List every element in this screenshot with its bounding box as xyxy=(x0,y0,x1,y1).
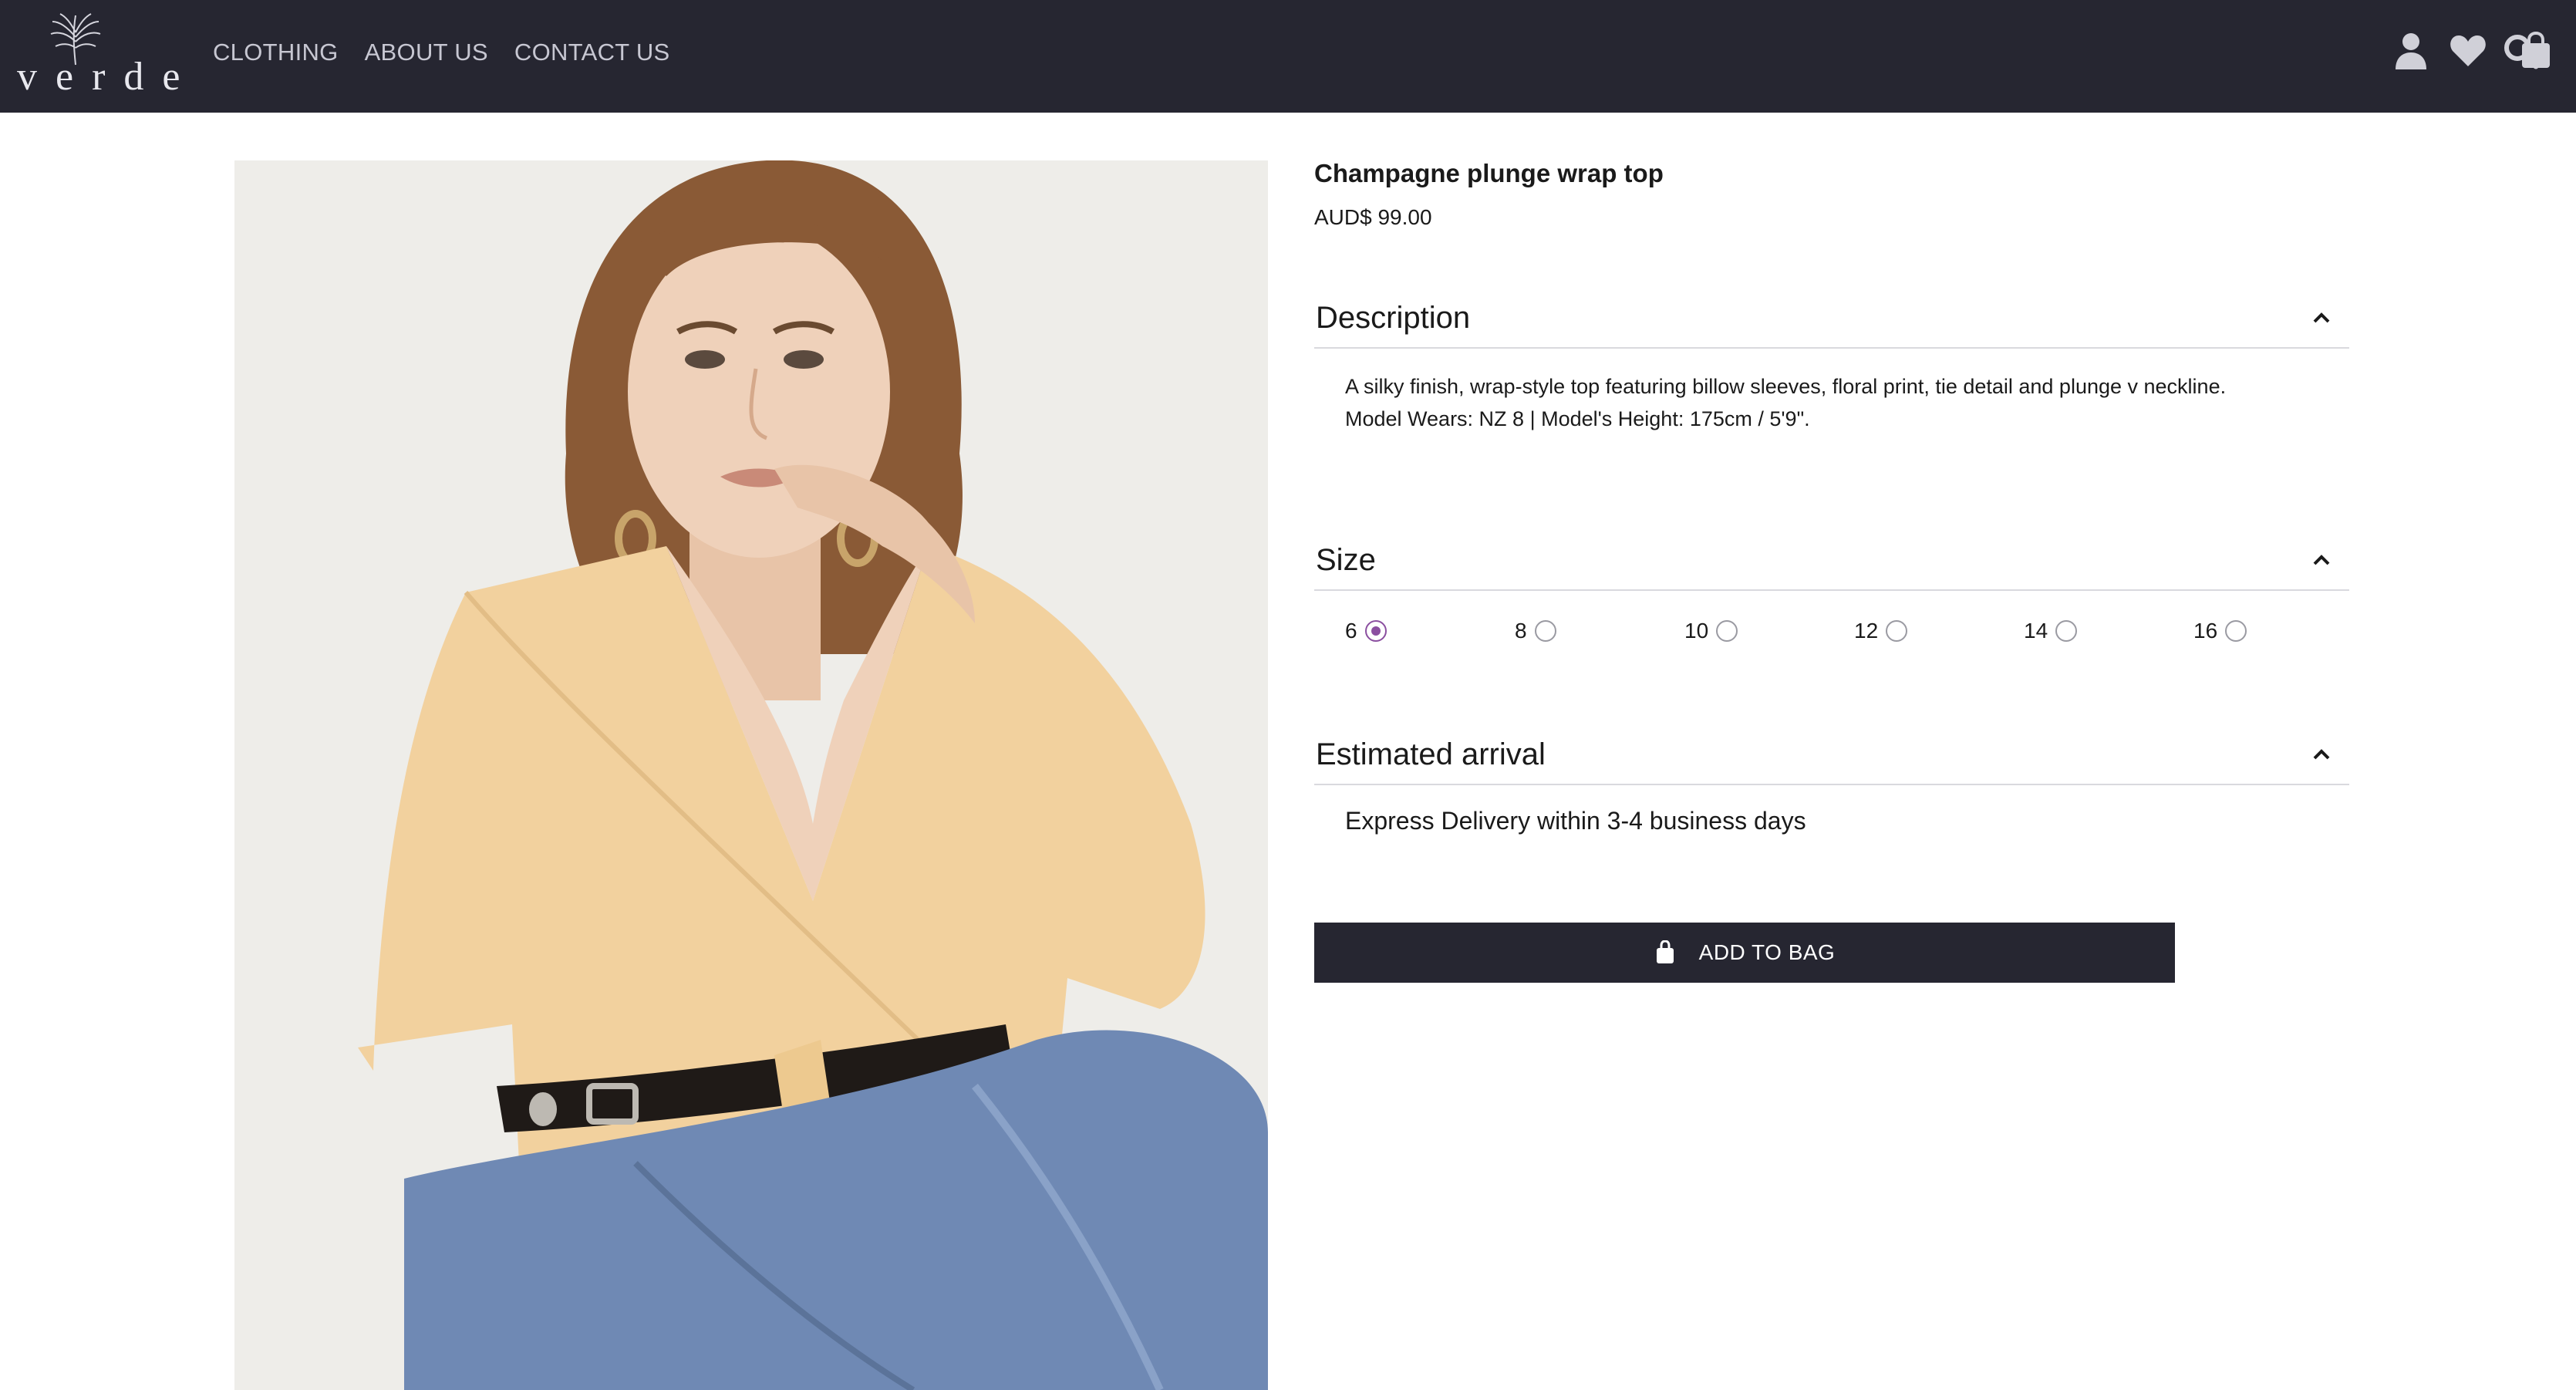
user-icon[interactable] xyxy=(2391,31,2431,71)
heart-icon[interactable] xyxy=(2448,31,2488,71)
size-option-14[interactable]: 14 xyxy=(2024,619,2078,643)
size-option-10[interactable]: 10 xyxy=(1684,619,1738,643)
product-price: AUD$ 99.00 xyxy=(1314,205,1432,229)
size-option-8[interactable]: 8 xyxy=(1515,619,1556,643)
top-navigation-bar: verde CLOTHING ABOUT US CONTACT US xyxy=(0,0,2576,113)
logo-wordmark: verde xyxy=(17,55,199,99)
size-radio[interactable] xyxy=(1534,620,1556,642)
product-title: Champagne plunge wrap top xyxy=(1314,159,1664,187)
size-radio[interactable] xyxy=(2055,620,2078,642)
nav-clothing[interactable]: CLOTHING xyxy=(213,39,339,66)
size-radio-selected[interactable] xyxy=(1364,620,1387,642)
size-header[interactable]: Size xyxy=(1314,537,2349,591)
size-option-12[interactable]: 12 xyxy=(1854,619,1908,643)
add-to-bag-button[interactable]: ADD TO BAG xyxy=(1314,923,2175,983)
description-text: A silky finish, wrap-style top featuring… xyxy=(1345,375,2227,398)
verde-logo[interactable]: verde xyxy=(17,11,199,99)
arrival-section: Estimated arrival Express Delivery withi… xyxy=(1314,731,2349,835)
size-radio[interactable] xyxy=(1716,620,1738,642)
size-radio[interactable] xyxy=(1886,620,1908,642)
description-section: Description A silky finish, wrap-style t… xyxy=(1314,295,2349,430)
product-image xyxy=(234,160,1268,1390)
size-options: 6 8 10 12 14 16 xyxy=(1345,619,2317,649)
arrival-header[interactable]: Estimated arrival xyxy=(1314,731,2349,785)
add-to-bag-label: ADD TO BAG xyxy=(1698,940,1836,964)
bag-icon xyxy=(1654,940,1676,965)
main-nav: CLOTHING ABOUT US CONTACT US xyxy=(213,39,670,66)
description-body: A silky finish, wrap-style top featuring… xyxy=(1345,370,2226,435)
arrival-text: Express Delivery within 3-4 business day… xyxy=(1345,807,1806,835)
chevron-up-icon[interactable] xyxy=(2311,307,2332,329)
size-radio[interactable] xyxy=(2225,620,2247,642)
chevron-up-icon[interactable] xyxy=(2311,744,2332,765)
bag-icon[interactable] xyxy=(2516,31,2556,71)
size-heading: Size xyxy=(1316,543,1376,577)
nav-contact-us[interactable]: CONTACT US xyxy=(514,39,670,66)
size-section: Size 6 8 10 12 14 16 xyxy=(1314,537,2349,643)
arrival-heading: Estimated arrival xyxy=(1316,737,1546,771)
size-option-6[interactable]: 6 xyxy=(1345,619,1387,643)
chevron-up-icon[interactable] xyxy=(2311,549,2332,571)
description-header[interactable]: Description xyxy=(1314,295,2349,349)
description-heading: Description xyxy=(1316,301,1471,335)
nav-about-us[interactable]: ABOUT US xyxy=(365,39,488,66)
model-info: Model Wears: NZ 8 | Model's Height: 175c… xyxy=(1345,407,1810,430)
size-option-16[interactable]: 16 xyxy=(2193,619,2247,643)
